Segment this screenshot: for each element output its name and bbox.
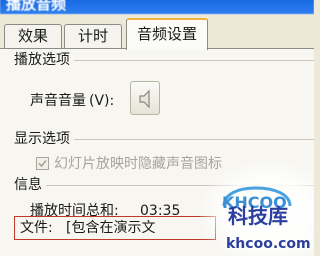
window-title: 播放音频 (0, 0, 314, 14)
tab-timing[interactable]: 计时 (64, 24, 122, 48)
volume-button[interactable] (130, 81, 160, 115)
playback-divider (70, 60, 314, 61)
volume-label-text: 声音音量 (30, 93, 86, 109)
hide-icon-label: 幻灯片放映时隐藏声音图标 (54, 156, 222, 172)
watermark-domain: khcoo.com (226, 236, 311, 252)
watermark-brand: 科技库 (228, 204, 288, 228)
volume-label: 声音音量 (V): (30, 93, 114, 109)
hide-icon-checkbox[interactable] (36, 157, 49, 170)
speaker-icon (139, 89, 150, 109)
info-section-title: 信息 (14, 177, 46, 193)
tab-audio-settings[interactable]: 音频设置 (126, 18, 208, 50)
tab-strip: 效果 计时 音频设置 (0, 16, 314, 50)
file-value: [包含在演示文 (66, 220, 156, 236)
tab-effects[interactable]: 效果 (4, 24, 62, 48)
playback-section-title: 播放选项 (14, 52, 74, 68)
display-section-title: 显示选项 (14, 131, 74, 147)
check-icon (38, 159, 47, 168)
audio-settings-dialog: 播放音频 效果 计时 音频设置 播放选项 声音音量 (V): 显示选项 幻灯片放映… (0, 0, 314, 256)
volume-shortcut: (V): (89, 93, 115, 109)
display-divider (70, 139, 314, 140)
file-label: 文件: (20, 220, 53, 236)
